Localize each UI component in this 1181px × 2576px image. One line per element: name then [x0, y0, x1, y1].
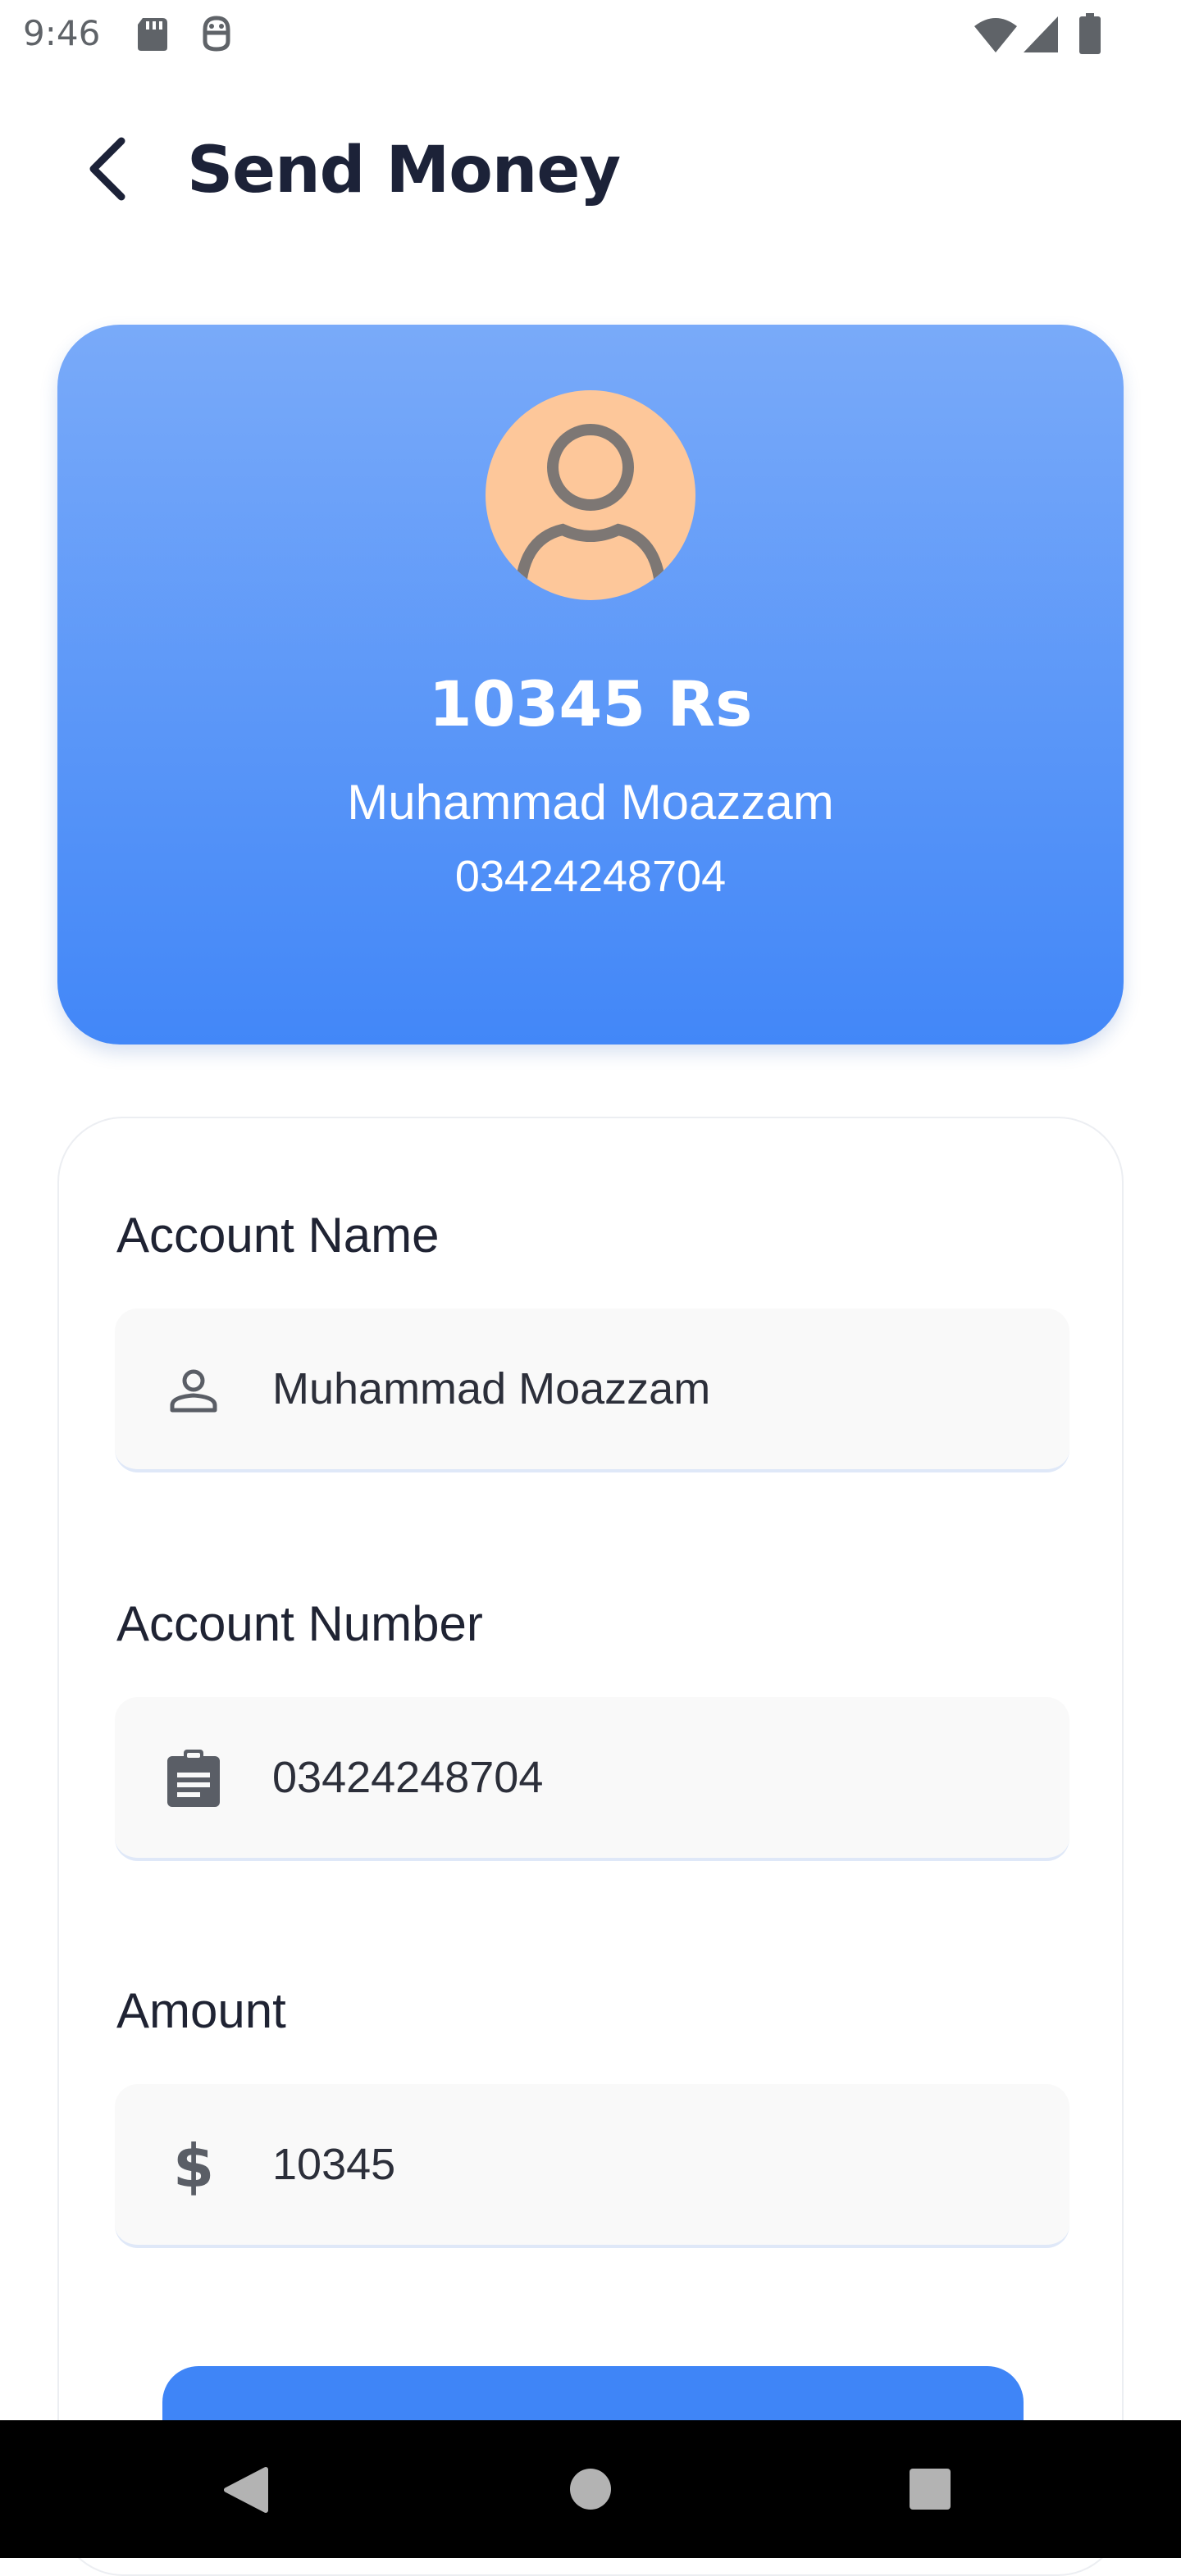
- clipboard-icon: [161, 1746, 226, 1812]
- account-name-label: Account Name: [116, 1208, 440, 1263]
- page-title: Send Money: [187, 134, 621, 207]
- signal-icon: [1024, 16, 1058, 57]
- account-number-field[interactable]: 03424248704: [115, 1697, 1069, 1861]
- home-circle-icon[interactable]: [569, 2468, 612, 2515]
- account-name-value: Muhammad Moazzam: [272, 1364, 711, 1413]
- status-time: 9:46: [23, 13, 101, 53]
- dollar-icon: $: [172, 2132, 215, 2201]
- status-bar: 9:46: [0, 0, 1181, 69]
- recipient-number: 03424248704: [454, 852, 727, 901]
- sd-card-icon: [136, 16, 169, 57]
- amount-value: 10345: [272, 2140, 396, 2189]
- amount-label: Amount: [116, 1983, 286, 2038]
- android-debug-icon: [200, 15, 233, 57]
- wifi-icon: [974, 16, 1017, 57]
- recipient-name: Muhammad Moazzam: [347, 775, 834, 830]
- recents-square-icon[interactable]: [909, 2468, 951, 2515]
- avatar: [486, 390, 695, 600]
- arrow-back-icon: [85, 136, 131, 206]
- back-button[interactable]: [75, 131, 141, 210]
- amount-field[interactable]: $ 10345: [115, 2084, 1069, 2248]
- battery-icon: [1079, 13, 1101, 58]
- person-icon: [486, 424, 695, 600]
- balance-amount: 10345 Rs: [428, 667, 753, 740]
- account-number-label: Account Number: [116, 1596, 483, 1651]
- account-number-value: 03424248704: [272, 1753, 544, 1802]
- send-form: Account Name Muhammad Moazzam Account Nu…: [57, 1117, 1124, 2576]
- recipient-card: 10345 Rs Muhammad Moazzam 03424248704: [57, 325, 1124, 1045]
- person-outline-icon: [161, 1358, 226, 1423]
- account-name-field[interactable]: Muhammad Moazzam: [115, 1308, 1069, 1472]
- navigation-bar: [0, 2420, 1181, 2558]
- back-triangle-icon[interactable]: [223, 2466, 269, 2518]
